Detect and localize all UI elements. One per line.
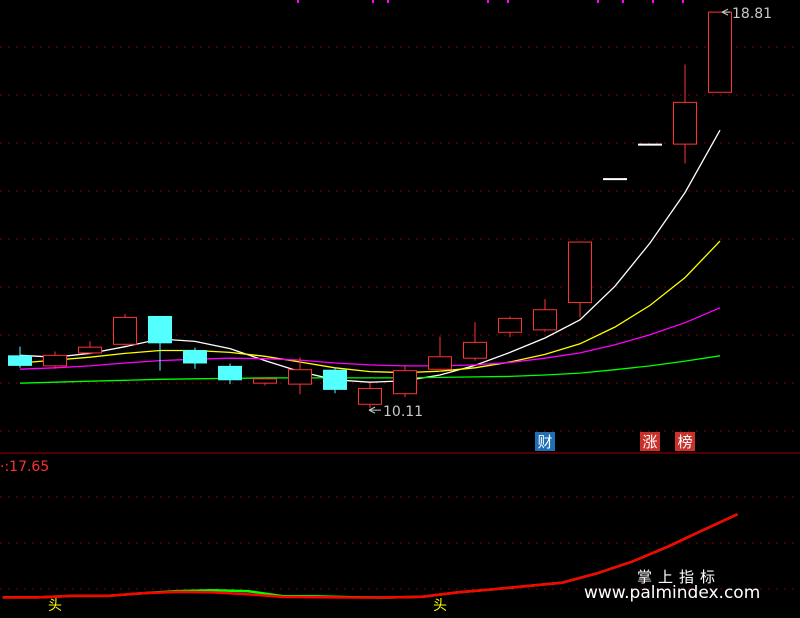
- candle-body: [183, 350, 207, 364]
- candle-body: [498, 317, 522, 333]
- candle-body: [8, 355, 32, 366]
- indicator-marker: 头: [48, 598, 62, 614]
- candle-body: [428, 356, 452, 370]
- candle: [113, 314, 137, 346]
- candle-body: [218, 365, 242, 381]
- badge: 财: [535, 432, 555, 451]
- candle-body: [393, 370, 417, 395]
- candle: [148, 315, 172, 371]
- candle: [393, 365, 417, 398]
- candle: [463, 322, 487, 361]
- indicator-prefix-glyph: ·:: [0, 459, 9, 475]
- candle-body: [358, 387, 382, 405]
- candle: [533, 299, 557, 332]
- stock-chart: 18.8110.11 财涨榜 ·:17.65 头头 掌上指标 www.palmi…: [0, 0, 800, 614]
- candle: [8, 346, 32, 368]
- candle-body: [533, 309, 557, 331]
- candle-body: [323, 369, 347, 390]
- high-price-label: 18.81: [732, 6, 772, 22]
- candle: [183, 347, 207, 369]
- badge: 榜: [675, 432, 695, 451]
- candle: [428, 336, 452, 372]
- watermark-line2: www.palmindex.com: [584, 583, 760, 603]
- indicator-marker: 头: [433, 598, 447, 614]
- badge: 涨: [640, 432, 660, 451]
- candle: [358, 382, 382, 409]
- badge-text: 榜: [677, 433, 692, 451]
- candle-body: [253, 378, 277, 384]
- ma-line-1: [19, 240, 721, 374]
- candle-body: [288, 369, 312, 385]
- candle-body: [148, 315, 172, 344]
- candle: [218, 363, 242, 385]
- candle-body: [43, 354, 67, 367]
- candle: [253, 377, 277, 386]
- indicator-markers: 头头: [48, 598, 447, 614]
- watermark: 掌上指标 www.palmindex.com: [584, 568, 760, 603]
- candle-body: [463, 341, 487, 359]
- indicator-value: 17.65: [9, 459, 49, 475]
- candle-body: [78, 346, 102, 354]
- candle-body: [708, 11, 732, 93]
- candle: [708, 11, 732, 93]
- candle-body: [113, 316, 137, 345]
- candle: [43, 351, 67, 369]
- candle: [673, 64, 697, 164]
- indicator-value-label: ·:17.65: [0, 459, 49, 475]
- top-magenta-ticks: [297, 0, 684, 3]
- low-price-label: 10.11: [383, 404, 423, 420]
- badge-text: 财: [537, 433, 552, 451]
- candle-body: [568, 241, 592, 304]
- ma-line-3: [19, 355, 721, 384]
- candle: [78, 341, 102, 355]
- candle: [568, 241, 592, 318]
- badges: 财涨榜: [535, 432, 695, 451]
- candle: [323, 367, 347, 394]
- badge-text: 涨: [642, 433, 657, 451]
- candle-body: [673, 101, 697, 145]
- candle: [498, 316, 522, 338]
- low-arrow: [368, 406, 381, 414]
